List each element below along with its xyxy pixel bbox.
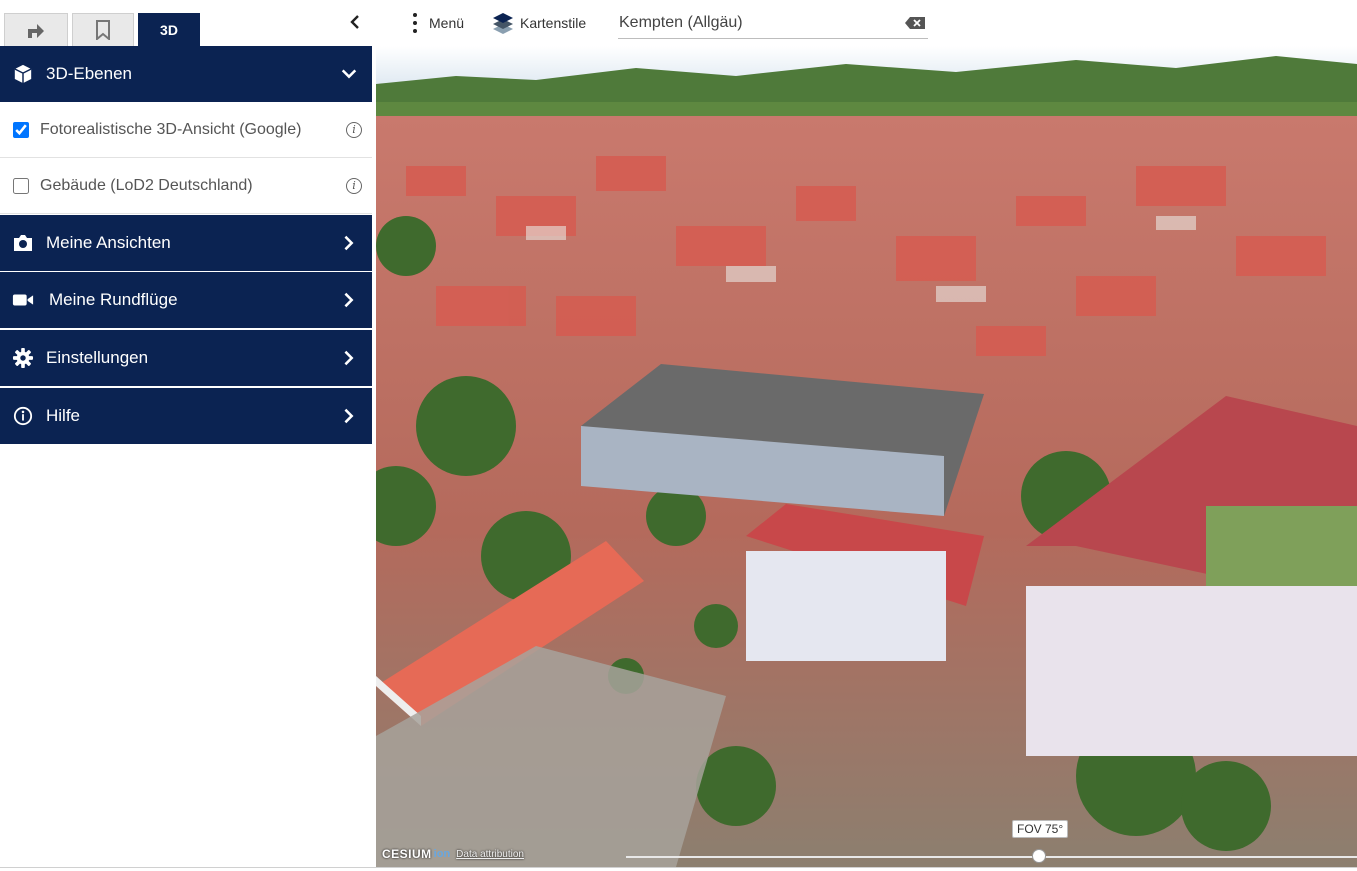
- section-label: Meine Ansichten: [46, 233, 171, 252]
- clear-search-icon[interactable]: [904, 16, 926, 30]
- section-label: Meine Rundflüge: [49, 290, 178, 309]
- info-icon[interactable]: i: [346, 121, 362, 138]
- menu-button[interactable]: Menü: [408, 10, 464, 36]
- search-input[interactable]: [618, 12, 890, 34]
- chevron-left-icon: [350, 15, 359, 29]
- map-credit: CESIUM ion Data attribution: [382, 844, 524, 864]
- camera-icon: [14, 235, 32, 251]
- menu-label: Menü: [429, 15, 465, 31]
- cube-icon: [14, 64, 32, 84]
- layer-row-lod2: Gebäude (LoD2 Deutschland) i: [0, 158, 372, 214]
- chevron-right-icon: [344, 350, 354, 366]
- section-label: Einstellungen: [46, 348, 149, 367]
- section-my-flights[interactable]: Meine Rundflüge: [0, 272, 372, 328]
- gear-icon: [13, 348, 33, 368]
- layer-checkbox-photorealistic[interactable]: [13, 121, 29, 138]
- collapse-panel-button[interactable]: [343, 10, 367, 34]
- layer-row-photorealistic: Fotorealistische 3D-Ansicht (Google) i: [0, 102, 372, 158]
- fov-slider-track[interactable]: [626, 856, 1357, 858]
- left-panel: 3D 3D-Ebenen Fotorealistische 3D-Ansicht…: [0, 0, 372, 871]
- map-styles-button[interactable]: Kartenstile: [492, 10, 586, 36]
- tab-3d[interactable]: 3D: [138, 13, 200, 46]
- search-box: [618, 10, 928, 39]
- tab-bookmarks[interactable]: [72, 13, 134, 46]
- video-camera-icon: [12, 294, 34, 306]
- data-attribution-link[interactable]: Data attribution: [456, 849, 524, 860]
- bookmark-icon: [96, 20, 110, 40]
- share-arrow-icon: [28, 24, 44, 38]
- fov-slider-handle[interactable]: [1032, 849, 1046, 863]
- map-3d-viewport[interactable]: CESIUM ion Data attribution FOV 75°: [376, 46, 1357, 867]
- cesium-ion-logo: ion: [433, 848, 451, 860]
- layer-label: Gebäude (LoD2 Deutschland): [40, 176, 253, 194]
- tab-share[interactable]: [4, 13, 68, 46]
- map-styles-label: Kartenstile: [520, 15, 587, 31]
- layer-checkbox-lod2[interactable]: [13, 177, 29, 194]
- section-settings[interactable]: Einstellungen: [0, 330, 372, 386]
- bottom-divider: [0, 867, 1357, 868]
- layers-icon: [493, 13, 513, 34]
- cesium-logo: CESIUM: [382, 847, 432, 861]
- layer-label: Fotorealistische 3D-Ansicht (Google): [40, 120, 302, 138]
- section-my-views[interactable]: Meine Ansichten: [0, 215, 372, 271]
- section-label: Hilfe: [46, 406, 81, 425]
- fov-tooltip: FOV 75°: [1012, 820, 1069, 838]
- info-icon: [13, 406, 33, 426]
- chevron-right-icon: [344, 292, 354, 308]
- chevron-down-icon: [341, 69, 357, 79]
- chevron-right-icon: [344, 408, 354, 424]
- tab-3d-label: 3D: [160, 22, 178, 38]
- panel-tabs: 3D: [0, 0, 372, 46]
- kebab-menu-icon: [408, 12, 422, 34]
- aerial-city-image: [376, 46, 1357, 867]
- info-icon[interactable]: i: [346, 177, 362, 194]
- section-3d-layers[interactable]: 3D-Ebenen: [0, 46, 372, 102]
- section-label: 3D-Ebenen: [46, 64, 133, 83]
- section-help[interactable]: Hilfe: [0, 388, 372, 444]
- chevron-right-icon: [344, 235, 354, 251]
